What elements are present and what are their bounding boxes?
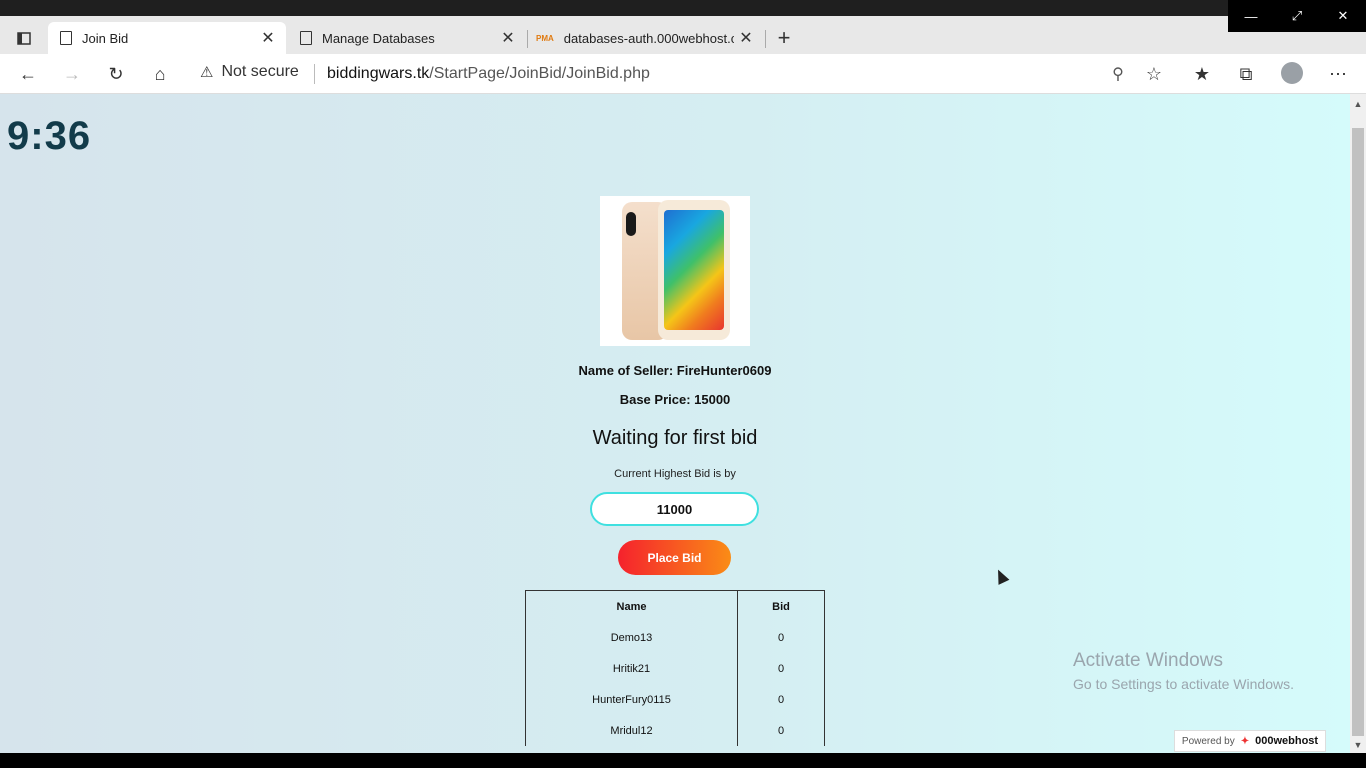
profile-avatar[interactable] [1281,62,1303,84]
tab-divider [765,30,766,48]
tab-join-bid[interactable]: Join Bid ✕ [48,22,286,54]
bidder-name: Mridul12 [525,715,738,746]
page-icon [60,31,72,45]
security-indicator[interactable]: ⚠ Not secure [200,63,299,81]
column-header-name: Name [525,590,738,622]
bidder-name: Demo13 [525,622,738,653]
url-host: biddingwars.tk [327,65,430,82]
more-menu-icon[interactable]: ⋯ [1324,61,1352,87]
back-icon[interactable]: ← [14,61,42,87]
table-row: Demo13 0 [525,622,825,653]
base-price: Base Price: 15000 [619,392,731,407]
address-divider [314,64,315,84]
activate-title: Activate Windows [1073,650,1223,671]
tab-actions-icon[interactable] [12,26,36,50]
refresh-icon[interactable]: ↻ [102,61,130,87]
seller-name: Name of Seller: FireHunter0609 [578,363,772,378]
tab-label: Join Bid [82,30,129,46]
table-header-row: Name Bid [525,590,825,622]
minimize-icon[interactable]: — [1228,0,1274,32]
powered-by-label: Powered by [1181,735,1235,747]
bid-amount-input[interactable]: 11000 [590,492,759,526]
zoom-icon[interactable]: ⚲ [1104,61,1132,87]
warning-icon: ⚠ [200,64,214,81]
bid-value: 0 [737,715,825,746]
bid-status-heading: Waiting for first bid [592,427,758,449]
bidder-name: Hritik21 [525,653,738,684]
bid-value: 0 [737,653,825,684]
page-content: 9:36 Name of Seller: FireHunter0609 Base… [0,94,1350,753]
product-image [600,196,750,346]
bid-value: 0 [737,684,825,715]
favorites-icon[interactable]: ★ [1188,61,1216,87]
page-icon [300,31,312,45]
close-tab-icon[interactable]: ✕ [256,28,280,48]
table-row: Mridul12 0 [525,715,825,746]
new-tab-button[interactable]: + [770,24,798,52]
collections-icon[interactable]: ⧉ [1232,61,1260,87]
scroll-down-icon[interactable]: ▼ [1350,737,1366,753]
close-tab-icon[interactable]: ✕ [734,28,758,48]
url-text[interactable]: biddingwars.tk/StartPage/JoinBid/JoinBid… [327,65,650,83]
tab-strip-extension [1228,32,1366,54]
phpmyadmin-icon: PMA [536,33,554,43]
activate-windows-watermark: Activate Windows Go to Settings to activ… [1073,650,1294,692]
close-window-icon[interactable]: ✕ [1320,0,1366,32]
table-row: Hritik21 0 [525,653,825,684]
tab-databases-auth[interactable]: PMA databases-auth.000webhost.com ✕ [528,22,764,54]
highest-bid-label: Current Highest Bid is by [614,468,736,480]
tab-label: Manage Databases [322,30,435,46]
countdown-timer: 9:36 [7,114,92,158]
url-path: /StartPage/JoinBid/JoinBid.php [429,65,650,82]
security-label: Not secure [221,63,299,80]
bids-table: Name Bid Demo13 0 Hritik21 0 HunterFury0… [525,590,825,746]
phone-screen [664,210,724,330]
window-top-bar [0,0,1366,16]
column-header-bid: Bid [737,590,825,622]
powered-by-badge[interactable]: Powered by ✦ 000webhost [1174,730,1326,752]
phone-camera [626,212,636,236]
scrollbar-thumb[interactable] [1352,128,1364,736]
bidder-name: HunterFury0115 [525,684,738,715]
tab-manage-databases[interactable]: Manage Databases ✕ [288,22,526,54]
forward-icon[interactable]: → [58,61,86,87]
tab-label: databases-auth.000webhost.com [563,30,734,46]
activate-subtitle: Go to Settings to activate Windows. [1073,676,1294,692]
taskbar-edge [0,753,1366,768]
restore-icon[interactable]: ⤢ [1274,0,1320,32]
webhost-logo-icon: ✦ [1240,735,1250,747]
window-controls: — ⤢ ✕ [1228,0,1366,32]
powered-brand: 000webhost [1255,735,1319,747]
bid-value: 0 [737,622,825,653]
add-favorite-icon[interactable]: ☆ [1140,61,1168,87]
mouse-cursor-icon [992,567,1010,585]
home-icon[interactable]: ⌂ [146,61,174,87]
place-bid-button[interactable]: Place Bid [618,540,731,575]
table-row: HunterFury0115 0 [525,684,825,715]
close-tab-icon[interactable]: ✕ [496,28,520,48]
scroll-up-icon[interactable]: ▲ [1350,96,1366,112]
